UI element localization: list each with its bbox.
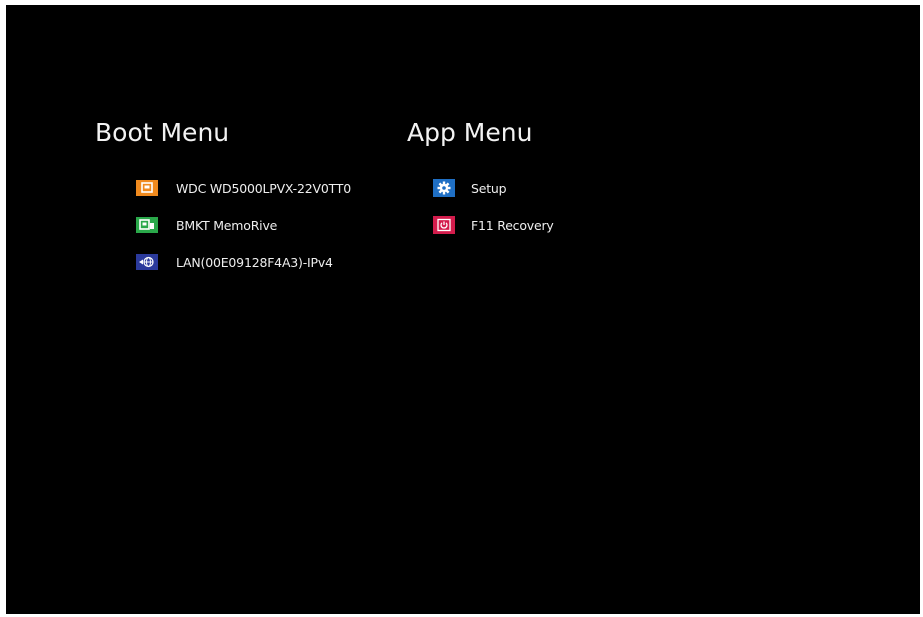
- boot-item-hdd[interactable]: WDC WD5000LPVX-22V0TT0: [136, 177, 351, 199]
- app-menu-list: Setup F11 Recovery: [433, 177, 554, 251]
- app-item-recovery[interactable]: F11 Recovery: [433, 214, 554, 236]
- app-item-label: Setup: [471, 180, 507, 196]
- hard-drive-icon: [136, 180, 158, 196]
- boot-item-label: WDC WD5000LPVX-22V0TT0: [176, 180, 352, 196]
- app-item-setup[interactable]: Setup: [433, 177, 554, 199]
- gear-icon: [433, 179, 455, 197]
- boot-item-label: BMKT MemoRive: [176, 217, 278, 233]
- network-globe-icon: [136, 254, 158, 270]
- boot-screen: Boot Menu App Menu WDC WD5000LPVX-22V0TT…: [6, 5, 920, 614]
- app-item-label: F11 Recovery: [471, 217, 554, 233]
- boot-menu-list: WDC WD5000LPVX-22V0TT0 BMKT MemoRive LAN…: [136, 177, 351, 288]
- power-icon: [433, 216, 455, 234]
- usb-drive-icon: [136, 217, 158, 233]
- boot-item-label: LAN(00E09128F4A3)-IPv4: [176, 254, 333, 270]
- app-menu-title: App Menu: [407, 118, 533, 147]
- boot-menu-title: Boot Menu: [95, 118, 230, 147]
- boot-item-lan[interactable]: LAN(00E09128F4A3)-IPv4: [136, 251, 351, 273]
- boot-item-usb[interactable]: BMKT MemoRive: [136, 214, 351, 236]
